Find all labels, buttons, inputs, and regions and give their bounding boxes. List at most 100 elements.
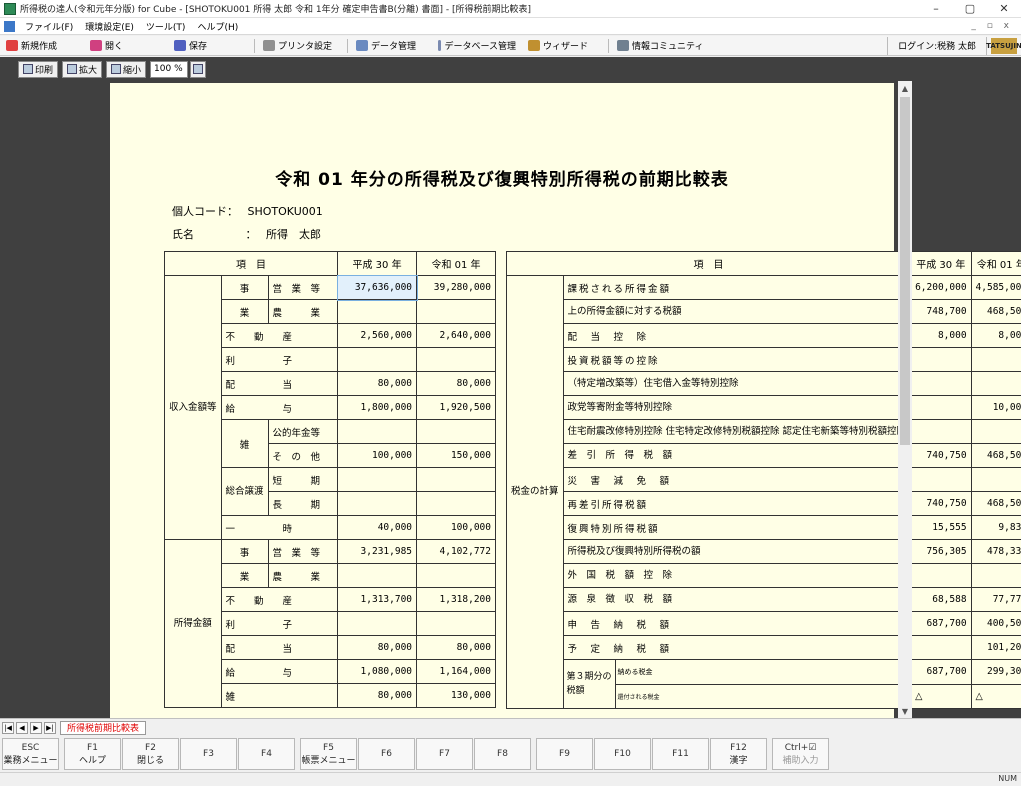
main-toolbar: 新規作成 開く 保存 プリンタ設定 データ管理 データベース管理 ウィザード 情… bbox=[0, 36, 1021, 56]
table-row: 投資税額等の控除 bbox=[507, 347, 1021, 372]
sheet-tab-strip: |◀ ◀ ▶ ▶| 所得税前期比較表 bbox=[0, 718, 1021, 736]
function-key-f6[interactable]: F6 bbox=[358, 738, 415, 770]
prev-year-value: 740,750 bbox=[910, 491, 972, 516]
table-row: 第３期分の税額納める税金還付される税金687,700299,300 bbox=[507, 659, 1021, 709]
curr-year-value: 77,777 bbox=[970, 587, 1021, 612]
row-group-label: 事 bbox=[220, 275, 269, 300]
print-settings-button[interactable]: プリンタ設定 bbox=[257, 37, 345, 55]
function-key-f5[interactable]: F5 帳票メニュー bbox=[300, 738, 357, 770]
open-button[interactable]: 開く bbox=[84, 37, 168, 55]
function-key-name: F3 bbox=[203, 749, 214, 759]
next-sheet-icon[interactable]: ▶ bbox=[30, 721, 42, 734]
curr-year-value: 4,585,000 bbox=[970, 275, 1021, 300]
header-item: 項 目 bbox=[163, 251, 339, 276]
function-key-name: F8 bbox=[497, 749, 508, 759]
community-button[interactable]: 情報コミュニティ bbox=[611, 37, 711, 55]
folder-icon bbox=[90, 40, 102, 51]
curr-year-value bbox=[416, 611, 496, 636]
menu-help[interactable]: ヘルプ(H) bbox=[191, 20, 244, 33]
zoom-in-button[interactable]: 拡大 bbox=[62, 60, 103, 78]
curr-year-value: 1,164,000 bbox=[416, 659, 496, 684]
scroll-down-icon[interactable]: ▼ bbox=[898, 704, 912, 718]
function-key-esc[interactable]: ESC 業務メニュー bbox=[2, 738, 59, 770]
function-key-ctrl[interactable]: Ctrl+☑ 補助入力 bbox=[772, 738, 829, 770]
function-key-f4[interactable]: F4 bbox=[238, 738, 295, 770]
prev-year-value[interactable]: 37,636,000 bbox=[336, 274, 418, 301]
scroll-up-icon[interactable]: ▲ bbox=[898, 81, 912, 95]
prev-year-value bbox=[337, 563, 418, 588]
name-value: 所得 太郎 bbox=[266, 228, 321, 241]
function-key-f7[interactable]: F7 bbox=[416, 738, 473, 770]
prev-year-value: 748,700 bbox=[910, 299, 972, 324]
function-key-f8[interactable]: F8 bbox=[474, 738, 531, 770]
child-window-controls[interactable]: _ ▫ x bbox=[971, 21, 1021, 31]
zoom-apply-button[interactable] bbox=[190, 60, 207, 78]
scroll-thumb[interactable] bbox=[900, 97, 910, 445]
prev-year-value bbox=[337, 419, 418, 444]
table-row: （特定増改築等）住宅借入金等特別控除 bbox=[507, 371, 1021, 396]
curr-year-value: 100,000 bbox=[416, 515, 496, 540]
prev-year-value bbox=[910, 635, 972, 660]
function-key-name: F6 bbox=[381, 749, 392, 759]
new-button[interactable]: 新規作成 bbox=[0, 37, 84, 55]
row-label: 予 定 納 税 額 bbox=[562, 635, 912, 660]
zoom-out-button[interactable]: 縮小 bbox=[106, 60, 147, 78]
wizard-button[interactable]: ウィザード bbox=[522, 37, 606, 55]
function-key-f10[interactable]: F10 bbox=[594, 738, 651, 770]
curr-year-value: 80,000 bbox=[416, 371, 496, 396]
row-label: 源 泉 徴 収 税 額 bbox=[562, 587, 912, 612]
database-icon bbox=[438, 40, 442, 51]
database-management-button[interactable]: データベース管理 bbox=[432, 37, 522, 55]
curr-year-value bbox=[970, 347, 1021, 372]
curr-year-value: 400,500 bbox=[970, 611, 1021, 636]
zoom-in-icon bbox=[67, 64, 78, 74]
zoom-level-input[interactable]: 100 % bbox=[150, 60, 189, 78]
function-key-f12[interactable]: F12 漢字 bbox=[710, 738, 767, 770]
save-button[interactable]: 保存 bbox=[168, 37, 252, 55]
row-group-label: 業 bbox=[220, 299, 269, 324]
name-sep: ： bbox=[245, 228, 257, 241]
row-label: 外 国 税 額 控 除 bbox=[562, 563, 912, 588]
curr-year-value: 39,280,000 bbox=[416, 275, 496, 300]
data-management-button[interactable]: データ管理 bbox=[350, 37, 432, 55]
maximize-button[interactable]: ▢ bbox=[953, 0, 987, 18]
personal-code-line: 個人コード： SHOTOKU001 bbox=[172, 203, 323, 219]
function-key-f11[interactable]: F11 bbox=[652, 738, 709, 770]
table-row: 予 定 納 税 額 101,200 bbox=[507, 635, 1021, 660]
minimize-button[interactable]: – bbox=[919, 0, 953, 18]
menu-file[interactable]: ファイル(F) bbox=[19, 20, 79, 33]
function-key-f9[interactable]: F9 bbox=[536, 738, 593, 770]
curr-year-value bbox=[970, 563, 1021, 588]
row-group-label: 業 bbox=[220, 563, 269, 588]
prev-year-value: 3,231,985 bbox=[337, 539, 418, 564]
sheet-tab-comparison[interactable]: 所得税前期比較表 bbox=[60, 720, 147, 735]
refund-label: 還付される税金 bbox=[617, 693, 660, 701]
prev-sheet-icon[interactable]: ◀ bbox=[16, 721, 28, 734]
menu-tools[interactable]: ツール(T) bbox=[140, 20, 192, 33]
title-bar: 所得税の達人(令和元年分版) for Cube - [SHOTOKU001 所得… bbox=[0, 0, 1021, 18]
zoom-out-icon bbox=[111, 64, 122, 74]
last-sheet-icon[interactable]: ▶| bbox=[44, 721, 56, 734]
close-button[interactable]: ✕ bbox=[987, 0, 1021, 18]
menu-bar: ファイル(F) 環境設定(E) ツール(T) ヘルプ(H) _ ▫ x bbox=[0, 18, 1021, 35]
menu-settings[interactable]: 環境設定(E) bbox=[79, 20, 140, 33]
first-sheet-icon[interactable]: |◀ bbox=[2, 721, 14, 734]
function-key-f2[interactable]: F2 閉じる bbox=[122, 738, 179, 770]
vertical-scrollbar[interactable]: ▲ ▼ bbox=[898, 81, 912, 718]
prev-year-value: 2,560,000 bbox=[337, 323, 418, 348]
prev-year-value bbox=[337, 467, 418, 492]
function-key-f3[interactable]: F3 bbox=[180, 738, 237, 770]
prev-year-value bbox=[910, 563, 972, 588]
row-label: 公的年金等 bbox=[267, 419, 339, 444]
curr-year-value bbox=[416, 491, 496, 516]
function-key-name: F5 bbox=[323, 742, 334, 753]
function-key-f1[interactable]: F1 ヘルプ bbox=[64, 738, 121, 770]
curr-year-value: 468,500 bbox=[970, 443, 1021, 468]
table-row: 復興特別所得税額15,5559,838 bbox=[507, 515, 1021, 540]
toolbar-separator bbox=[254, 38, 255, 53]
table-row: 住宅耐震改修特別控除 住宅特定改修特別税額控除 認定住宅新築等特別税額控除 bbox=[507, 419, 1021, 444]
new-file-icon bbox=[6, 40, 18, 51]
prev-year-value bbox=[910, 467, 972, 492]
tax-section-label: 税金の計算 bbox=[506, 275, 564, 709]
print-button[interactable]: 印刷 bbox=[18, 60, 59, 78]
